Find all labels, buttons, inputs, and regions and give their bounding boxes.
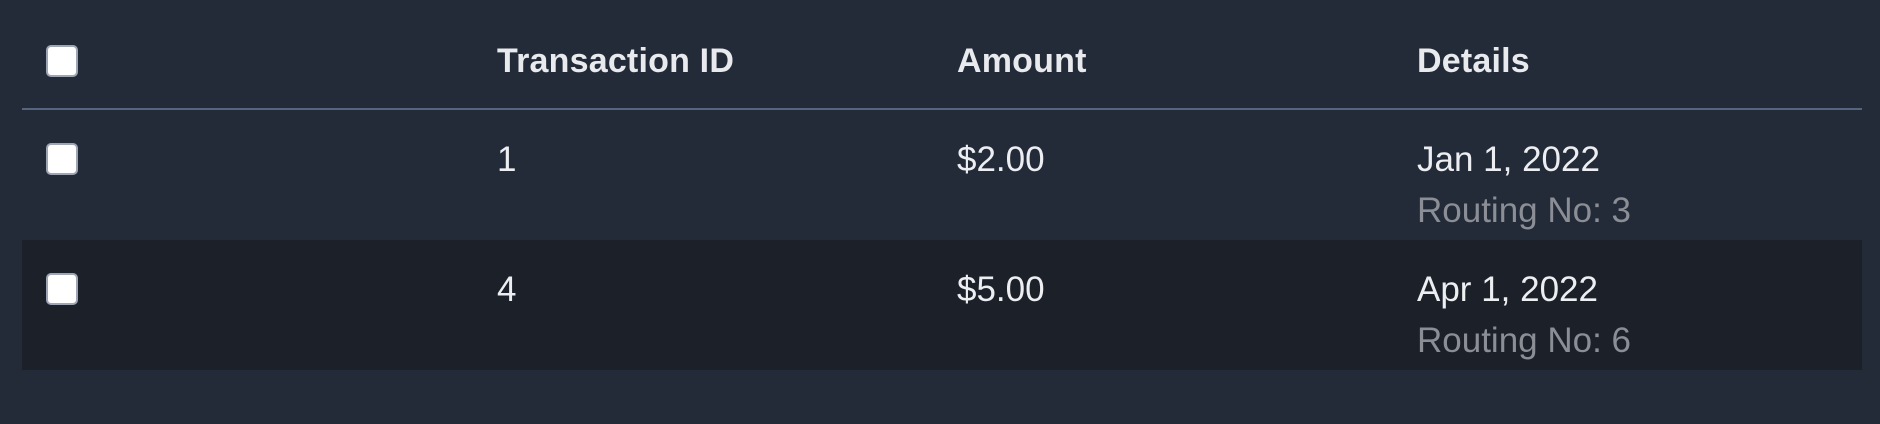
- header-amount-cell: Amount: [957, 42, 1417, 81]
- column-header-details[interactable]: Details: [1417, 42, 1530, 80]
- header-checkbox-cell: [22, 45, 497, 77]
- transaction-id-cell: 4: [497, 270, 957, 310]
- routing-number: Routing No: 6: [1417, 321, 1632, 360]
- header-transaction-id-cell: Transaction ID: [497, 42, 957, 81]
- amount-cell: $5.00: [957, 270, 1417, 310]
- table-row[interactable]: 1 $2.00 Jan 1, 2022 Routing No: 3: [22, 110, 1862, 240]
- table-row[interactable]: 4 $5.00 Apr 1, 2022 Routing No: 6: [22, 240, 1862, 370]
- column-header-transaction-id[interactable]: Transaction ID: [497, 42, 734, 80]
- transaction-id: 4: [497, 270, 517, 309]
- transaction-id: 1: [497, 140, 517, 179]
- transaction-date: Apr 1, 2022: [1417, 270, 1598, 309]
- transaction-amount: $5.00: [957, 270, 1045, 309]
- amount-cell: $2.00: [957, 140, 1417, 180]
- table-header-row: Transaction ID Amount Details: [22, 22, 1862, 110]
- header-details-cell: Details: [1417, 42, 1862, 81]
- row-select-checkbox[interactable]: [46, 143, 78, 175]
- transaction-amount: $2.00: [957, 140, 1045, 179]
- routing-number: Routing No: 3: [1417, 191, 1632, 230]
- transaction-date: Jan 1, 2022: [1417, 140, 1600, 179]
- row-select-checkbox[interactable]: [46, 273, 78, 305]
- transaction-id-cell: 1: [497, 140, 957, 180]
- column-header-amount[interactable]: Amount: [957, 42, 1087, 80]
- select-all-checkbox[interactable]: [46, 45, 78, 77]
- details-cell: Apr 1, 2022 Routing No: 6: [1417, 270, 1862, 361]
- details-cell: Jan 1, 2022 Routing No: 3: [1417, 140, 1862, 231]
- transactions-table: Transaction ID Amount Details 1 $2.00 Ja…: [22, 22, 1862, 370]
- row-checkbox-cell: [22, 273, 497, 305]
- row-checkbox-cell: [22, 143, 497, 175]
